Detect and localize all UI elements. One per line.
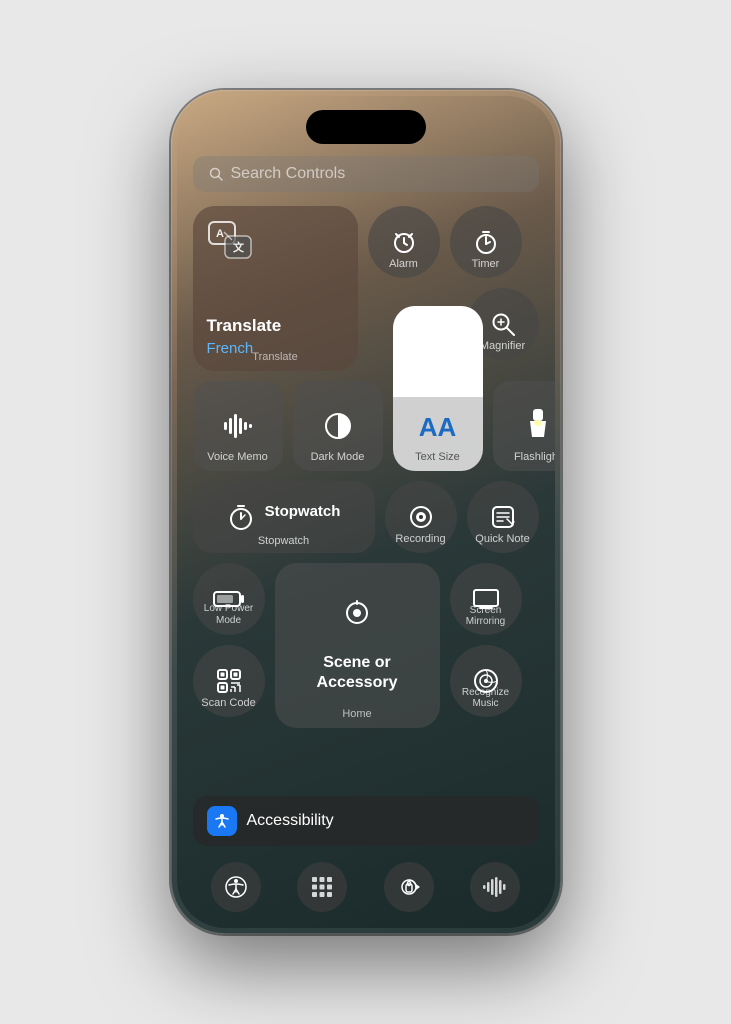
timer-icon bbox=[472, 228, 500, 256]
flashlight-label: Flashlight bbox=[493, 451, 555, 463]
left-col-small: Low Power Mode bbox=[193, 563, 265, 728]
flashlight-icon bbox=[526, 409, 550, 443]
recording-tile[interactable]: Recording bbox=[385, 481, 457, 553]
stopwatch-icon bbox=[227, 503, 255, 531]
recording-label: Recording bbox=[385, 533, 457, 545]
voice-memo-icon bbox=[222, 412, 254, 440]
dynamic-island bbox=[306, 110, 426, 144]
voice-memo-tile[interactable]: Voice Memo bbox=[193, 381, 283, 471]
translate-tile[interactable]: A 文 Translate French Translate bbox=[193, 206, 358, 371]
bottom-section: Accessibility bbox=[193, 796, 539, 918]
nav-keypad[interactable] bbox=[297, 862, 347, 912]
nav-accessibility[interactable] bbox=[211, 862, 261, 912]
search-icon bbox=[209, 167, 223, 181]
magnifier-icon bbox=[489, 310, 517, 338]
timer-tile[interactable]: Timer bbox=[450, 206, 522, 278]
dark-mode-label: Dark Mode bbox=[293, 451, 383, 463]
text-size-aa: AA bbox=[419, 412, 457, 443]
translate-icon-area: A 文 bbox=[207, 220, 344, 264]
flashlight-tile[interactable]: Flashlight bbox=[493, 381, 555, 471]
dark-mode-tile[interactable]: Dark Mode bbox=[293, 381, 383, 471]
accessibility-bar[interactable]: Accessibility bbox=[193, 796, 539, 846]
screen-mirror-tile-2[interactable]: Screen Mirroring bbox=[450, 563, 522, 635]
phone-frame: Search Controls A 文 bbox=[171, 90, 561, 934]
low-power-label: Low Power Mode bbox=[193, 603, 265, 627]
voice-memo-label: Voice Memo bbox=[193, 451, 283, 463]
alarm-icon bbox=[390, 228, 418, 256]
search-bar[interactable]: Search Controls bbox=[193, 156, 539, 192]
screen-mirror-label-2: Screen Mirroring bbox=[450, 605, 522, 627]
scene-accessory-tile[interactable]: Scene orAccessory Home bbox=[275, 563, 440, 728]
recording-icon bbox=[407, 503, 435, 531]
row-1: A 文 Translate French Translate bbox=[193, 206, 539, 371]
quick-note-label: Quick Note bbox=[467, 533, 539, 545]
alarm-tile[interactable]: Alarm bbox=[368, 206, 440, 278]
bottom-nav bbox=[193, 856, 539, 918]
recognize-music-tile[interactable]: Recognize Music bbox=[450, 645, 522, 717]
screen-content: Search Controls A 文 bbox=[177, 96, 555, 928]
stopwatch-title: Stopwatch bbox=[265, 503, 341, 532]
stopwatch-tile[interactable]: Stopwatch Stopwatch bbox=[193, 481, 375, 553]
alarm-label: Alarm bbox=[368, 258, 440, 270]
nav-audio-waveform[interactable] bbox=[470, 862, 520, 912]
scene-accessory-icon bbox=[339, 599, 375, 643]
scene-home-label: Home bbox=[275, 708, 440, 720]
scan-code-tile[interactable]: Scan Code bbox=[193, 645, 265, 717]
right-small-col: Screen Mirroring Recognize Music bbox=[450, 563, 522, 728]
quick-note-icon bbox=[489, 503, 517, 531]
nav-lock-rotation[interactable] bbox=[384, 862, 434, 912]
quick-note-tile[interactable]: Quick Note bbox=[467, 481, 539, 553]
accessibility-icon bbox=[207, 806, 237, 836]
phone-screen: Search Controls A 文 bbox=[177, 96, 555, 928]
svg-text:文: 文 bbox=[233, 240, 245, 254]
text-size-slider bbox=[393, 306, 483, 397]
scene-title: Scene orAccessory bbox=[317, 653, 398, 691]
accessibility-label: Accessibility bbox=[247, 812, 334, 830]
low-power-tile[interactable]: Low Power Mode bbox=[193, 563, 265, 635]
search-placeholder: Search Controls bbox=[231, 165, 346, 183]
right-col-top: Alarm Timer bbox=[368, 206, 539, 278]
translate-title: Translate bbox=[207, 316, 344, 340]
text-size-label: Text Size bbox=[393, 451, 483, 463]
controls-grid: A 文 Translate French Translate bbox=[193, 206, 539, 786]
translate-label: Translate bbox=[193, 351, 358, 363]
stopwatch-label: Stopwatch bbox=[193, 535, 375, 547]
row-4: Low Power Mode bbox=[193, 563, 539, 728]
scan-code-label: Scan Code bbox=[193, 697, 265, 709]
timer-label: Timer bbox=[450, 258, 522, 270]
dark-mode-icon bbox=[322, 410, 354, 442]
text-size-tile[interactable]: AA Text Size bbox=[393, 306, 483, 471]
svg-text:A: A bbox=[216, 228, 224, 240]
recognize-music-label: Recognize Music bbox=[450, 687, 522, 709]
row-3: Stopwatch Stopwatch Recording bbox=[193, 481, 539, 553]
scan-code-icon bbox=[215, 667, 243, 695]
row-2: Voice Memo Dark Mode AA Text bbox=[193, 381, 539, 471]
translate-icon: A 文 bbox=[207, 220, 255, 264]
